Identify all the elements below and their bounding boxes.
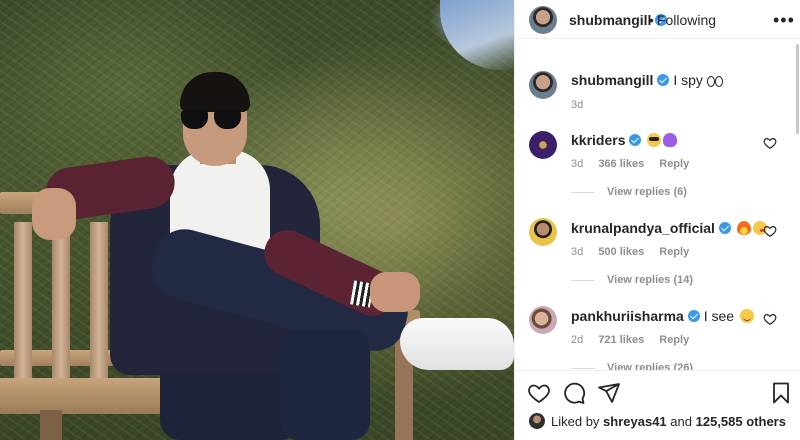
smile-emoji-icon	[739, 309, 754, 323]
person	[0, 0, 514, 440]
comment-username[interactable]: pankhuriisharma	[571, 308, 684, 324]
heart-icon[interactable]	[527, 381, 551, 405]
bookmark-icon[interactable]	[769, 381, 793, 405]
verified-badge-icon	[687, 310, 700, 322]
reply-button[interactable]: Reply	[659, 334, 689, 346]
comment-icon[interactable]	[562, 381, 586, 405]
liker-username[interactable]: shreyas41	[603, 414, 667, 429]
view-replies-button[interactable]: View replies (26)	[571, 362, 693, 370]
avatar[interactable]	[529, 131, 557, 159]
author-avatar[interactable]	[529, 6, 557, 34]
post-actions: Liked by shreyas41 and 125,585 others	[515, 370, 800, 440]
view-replies-button[interactable]: View replies (14)	[571, 274, 693, 286]
more-dots-icon[interactable]: •••	[773, 10, 795, 31]
avatar[interactable]	[529, 218, 557, 246]
comment-time[interactable]: 2d	[571, 334, 583, 346]
comment-time[interactable]: 3d	[571, 158, 583, 170]
reply-button[interactable]: Reply	[659, 158, 689, 170]
verified-badge-icon	[718, 222, 731, 234]
liker-avatar[interactable]	[529, 413, 545, 429]
avatar[interactable]	[529, 71, 557, 99]
post-side-panel: shubmangill • Following ••• shubmangill I…	[514, 0, 800, 440]
eyes-emoji-icon	[706, 76, 715, 87]
comment-time[interactable]: 3d	[571, 99, 583, 111]
comment-heart-icon[interactable]	[763, 136, 777, 150]
purple-heart-emoji-icon	[663, 133, 678, 147]
comment-time[interactable]: 3d	[571, 246, 583, 258]
comment-text: I see	[703, 308, 735, 324]
view-replies-button[interactable]: View replies (6)	[571, 186, 687, 198]
comments-list[interactable]: shubmangill I spy 3d kkriders 3d 366 lik…	[515, 40, 800, 370]
post-header: shubmangill • Following •••	[515, 0, 800, 39]
verified-badge-icon	[629, 134, 642, 146]
verified-badge-icon	[657, 74, 670, 86]
fire-emoji-icon	[736, 221, 751, 235]
comment-username[interactable]: shubmangill	[571, 72, 653, 88]
comment-likes[interactable]: 500 likes	[598, 246, 644, 258]
sunglasses-emoji-icon	[647, 133, 662, 147]
likes-summary[interactable]: Liked by shreyas41 and 125,585 others	[529, 413, 786, 429]
comment-username[interactable]: krunalpandya_official	[571, 220, 715, 236]
post-photo[interactable]	[0, 0, 514, 440]
follow-status[interactable]: • Following	[649, 12, 716, 28]
sneaker	[400, 318, 514, 370]
sunglasses	[181, 110, 243, 130]
comment-heart-icon[interactable]	[763, 312, 777, 326]
avatar[interactable]	[529, 306, 557, 334]
likes-count[interactable]: 125,585 others	[696, 414, 786, 429]
comment-text: I spy	[673, 72, 703, 88]
reply-button[interactable]: Reply	[659, 246, 689, 258]
comment-likes[interactable]: 721 likes	[598, 334, 644, 346]
comments-scrollbar[interactable]	[796, 44, 799, 134]
comment-username[interactable]: kkriders	[571, 132, 625, 148]
comment-likes[interactable]: 366 likes	[598, 158, 644, 170]
comment-heart-icon[interactable]	[763, 224, 777, 238]
share-icon[interactable]	[597, 381, 621, 405]
eyes-emoji-icon	[714, 76, 723, 87]
